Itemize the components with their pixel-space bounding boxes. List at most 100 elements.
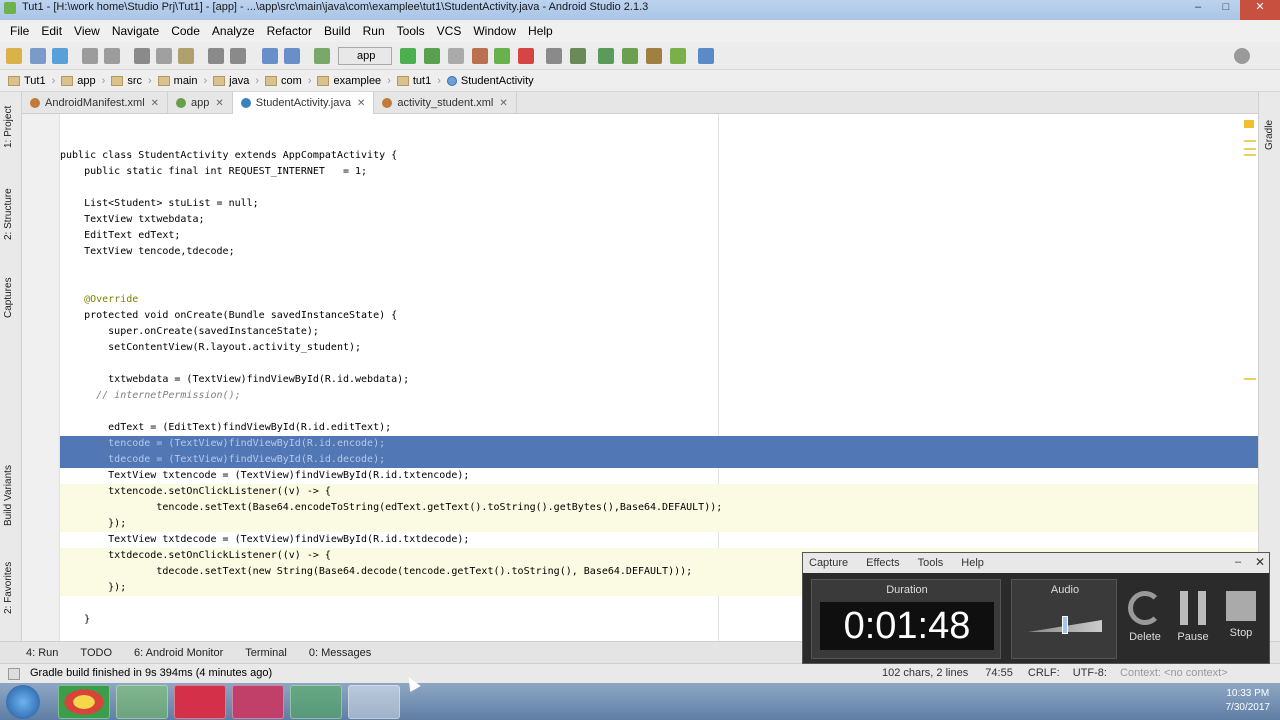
search-icon[interactable] bbox=[1234, 48, 1250, 64]
tab-studentactivity[interactable]: StudentActivity.java ✕ bbox=[232, 92, 375, 114]
recorder-taskbar-button[interactable] bbox=[174, 685, 226, 719]
captures-tool-button[interactable]: Captures bbox=[3, 277, 14, 318]
close-tab-icon[interactable]: ✕ bbox=[151, 98, 159, 109]
messages-tool-button[interactable]: 0: Messages bbox=[309, 647, 371, 659]
code-line[interactable]: EditText edText; bbox=[60, 228, 1258, 244]
caret-position[interactable]: 74:55 bbox=[985, 667, 1013, 679]
close-tab-icon[interactable]: ✕ bbox=[215, 98, 223, 109]
chrome-taskbar-button[interactable] bbox=[58, 685, 110, 719]
system-clock[interactable]: 10:33 PM 7/30/2017 bbox=[1226, 687, 1271, 715]
menu-analyze[interactable]: Analyze bbox=[206, 24, 261, 38]
copy-icon[interactable] bbox=[156, 48, 172, 64]
cut-icon[interactable] bbox=[134, 48, 150, 64]
code-line[interactable]: setContentView(R.layout.activity_student… bbox=[60, 340, 1258, 356]
recorder-menu-capture[interactable]: Capture bbox=[809, 557, 848, 569]
code-line[interactable] bbox=[60, 180, 1258, 196]
android-icon[interactable] bbox=[670, 48, 686, 64]
inspection-status-icon[interactable] bbox=[1244, 120, 1254, 128]
error-stripe-mark[interactable] bbox=[1244, 140, 1256, 142]
code-line[interactable]: txtwebdata = (TextView)findViewById(R.id… bbox=[60, 372, 1258, 388]
menu-tools[interactable]: Tools bbox=[391, 24, 431, 38]
find-icon[interactable] bbox=[208, 48, 224, 64]
instant-run-icon[interactable] bbox=[494, 48, 510, 64]
terminal-tool-button[interactable]: Terminal bbox=[245, 647, 287, 659]
code-line[interactable]: List<Student> stuList = null; bbox=[60, 196, 1258, 212]
code-line[interactable]: public class StudentActivity extends App… bbox=[60, 148, 1258, 164]
code-line[interactable] bbox=[60, 404, 1258, 420]
code-line[interactable]: tencode.setText(Base64.encodeToString(ed… bbox=[60, 500, 1258, 516]
breadcrumb-item[interactable]: app › bbox=[61, 75, 111, 87]
recorder-close-button[interactable]: ✕ bbox=[1255, 555, 1265, 569]
code-line[interactable]: tdecode = (TextView)findViewById(R.id.de… bbox=[60, 452, 1258, 468]
stop-icon[interactable] bbox=[518, 48, 534, 64]
menu-refactor[interactable]: Refactor bbox=[261, 24, 318, 38]
sdk-manager-icon[interactable] bbox=[622, 48, 638, 64]
android-device-monitor-icon[interactable] bbox=[646, 48, 662, 64]
menu-code[interactable]: Code bbox=[165, 24, 206, 38]
file-encoding[interactable]: UTF-8: bbox=[1073, 667, 1107, 679]
code-line[interactable]: TextView tencode,tdecode; bbox=[60, 244, 1258, 260]
stop-button[interactable]: Stop bbox=[1217, 579, 1265, 659]
help-icon[interactable] bbox=[698, 48, 714, 64]
code-line[interactable]: txtencode.setOnClickListener((v) -> { bbox=[60, 484, 1258, 500]
breadcrumb-item[interactable]: main › bbox=[157, 75, 214, 87]
forward-icon[interactable] bbox=[284, 48, 300, 64]
avd-manager-icon[interactable] bbox=[598, 48, 614, 64]
run-config-select[interactable]: app bbox=[338, 47, 392, 65]
tab-app[interactable]: app ✕ bbox=[168, 92, 233, 114]
breadcrumb-item[interactable]: java › bbox=[213, 75, 265, 87]
editor-gutter[interactable] bbox=[22, 114, 60, 641]
redo-icon[interactable] bbox=[104, 48, 120, 64]
android-studio-taskbar-button[interactable] bbox=[116, 685, 168, 719]
run-icon[interactable] bbox=[400, 48, 416, 64]
todo-tool-button[interactable]: TODO bbox=[80, 647, 112, 659]
save-icon[interactable] bbox=[30, 48, 46, 64]
audio-slider-thumb[interactable] bbox=[1062, 616, 1068, 634]
project-structure-icon[interactable] bbox=[546, 48, 562, 64]
open-folder-icon[interactable] bbox=[6, 48, 22, 64]
menu-run[interactable]: Run bbox=[357, 24, 391, 38]
menu-help[interactable]: Help bbox=[522, 24, 559, 38]
run-tool-button[interactable]: 4: Run bbox=[26, 647, 58, 659]
recorder-minimize-button[interactable]: – bbox=[1235, 556, 1241, 568]
breadcrumb-item[interactable]: tut1 › bbox=[396, 75, 447, 87]
menu-file[interactable]: File bbox=[4, 24, 35, 38]
breadcrumb-item[interactable]: examplee › bbox=[317, 75, 396, 87]
structure-tool-button[interactable]: 2: Structure bbox=[3, 188, 14, 240]
recorder-app-taskbar-button[interactable] bbox=[232, 685, 284, 719]
close-tab-icon[interactable]: ✕ bbox=[357, 98, 365, 109]
android-monitor-tool-button[interactable]: 6: Android Monitor bbox=[134, 647, 223, 659]
line-separator[interactable]: CRLF: bbox=[1028, 667, 1060, 679]
menu-view[interactable]: View bbox=[68, 24, 106, 38]
code-line[interactable]: @Override bbox=[60, 292, 1258, 308]
code-line[interactable] bbox=[60, 276, 1258, 292]
code-line[interactable] bbox=[60, 260, 1258, 276]
recorder-menu-effects[interactable]: Effects bbox=[866, 557, 899, 569]
code-line[interactable]: protected void onCreate(Bundle savedInst… bbox=[60, 308, 1258, 324]
camtasia-taskbar-button[interactable] bbox=[290, 685, 342, 719]
code-line[interactable]: super.onCreate(savedInstanceState); bbox=[60, 324, 1258, 340]
tool-windows-toggle-icon[interactable] bbox=[8, 668, 20, 680]
breadcrumb-item[interactable]: StudentActivity bbox=[446, 75, 540, 87]
code-line[interactable]: public static final int REQUEST_INTERNET… bbox=[60, 164, 1258, 180]
breadcrumb-item[interactable]: src › bbox=[111, 75, 157, 87]
sync-icon[interactable] bbox=[52, 48, 68, 64]
back-icon[interactable] bbox=[262, 48, 278, 64]
recorder-menu-help[interactable]: Help bbox=[961, 557, 984, 569]
make-project-icon[interactable] bbox=[314, 48, 330, 64]
tab-androidmanifest[interactable]: AndroidManifest.xml ✕ bbox=[22, 92, 169, 114]
debug-icon[interactable] bbox=[424, 48, 440, 64]
breadcrumb-item[interactable]: com › bbox=[265, 75, 317, 87]
project-tool-button[interactable]: 1: Project bbox=[3, 106, 14, 148]
code-line[interactable]: }); bbox=[60, 516, 1258, 532]
recorder-menu-tools[interactable]: Tools bbox=[918, 557, 944, 569]
menu-window[interactable]: Window bbox=[467, 24, 522, 38]
gradle-sync-icon[interactable] bbox=[570, 48, 586, 64]
build-variants-tool-button[interactable]: Build Variants bbox=[3, 465, 14, 526]
delete-button[interactable]: Delete bbox=[1121, 579, 1169, 659]
camtasia-active-taskbar-button[interactable] bbox=[348, 685, 400, 719]
code-line[interactable]: // internetPermission(); bbox=[60, 388, 1258, 404]
undo-icon[interactable] bbox=[82, 48, 98, 64]
code-line[interactable]: TextView txtwebdata; bbox=[60, 212, 1258, 228]
menu-vcs[interactable]: VCS bbox=[431, 24, 468, 38]
